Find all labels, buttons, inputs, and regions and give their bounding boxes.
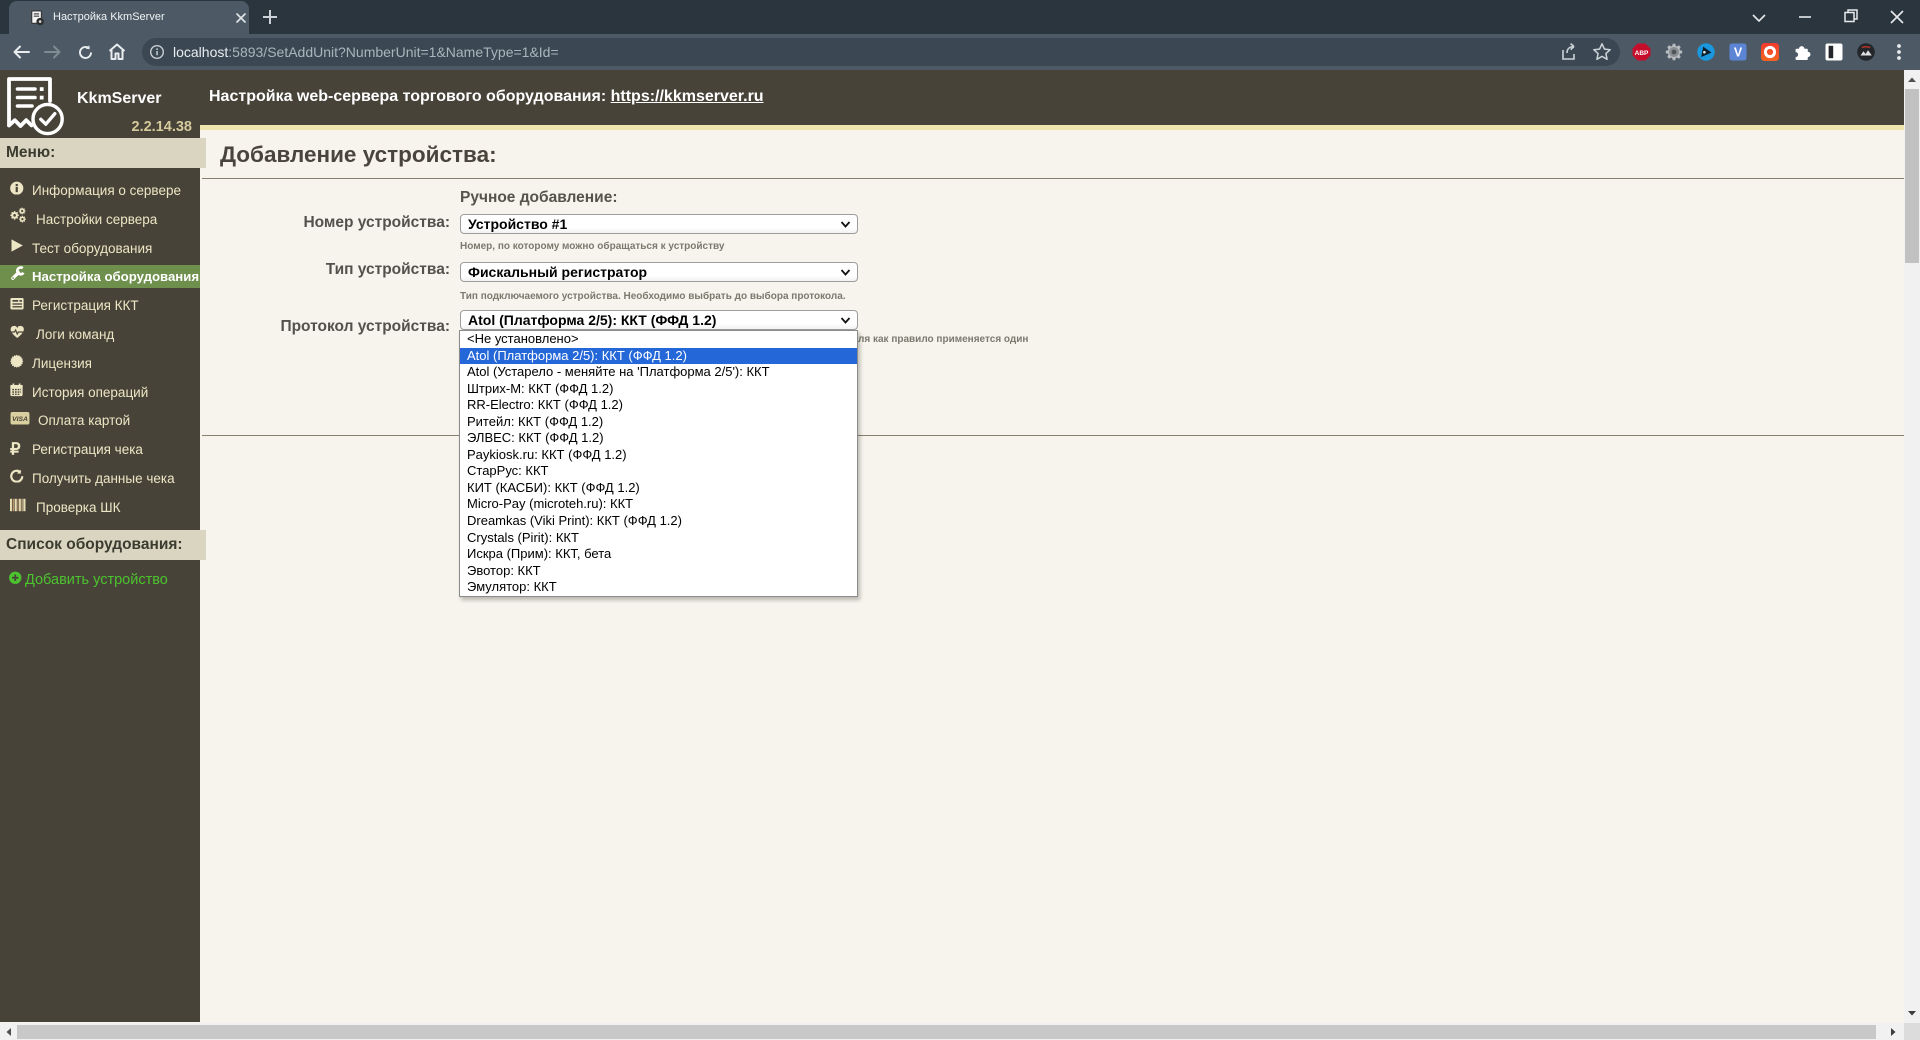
svg-text:ABP: ABP	[1635, 50, 1649, 57]
svg-text:V: V	[1734, 46, 1743, 60]
svg-text:VISA: VISA	[12, 417, 28, 424]
